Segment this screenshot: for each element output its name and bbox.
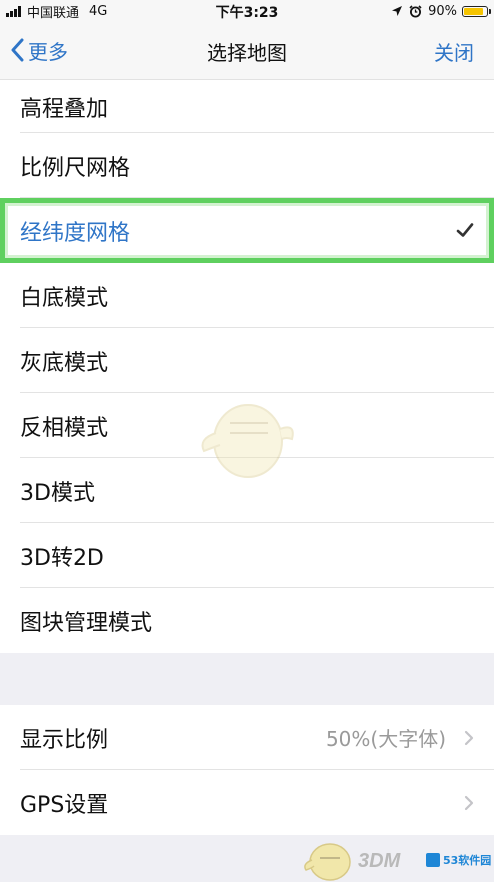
display-scale-label: 显示比例 — [20, 727, 109, 753]
site-logo-icon — [426, 853, 440, 867]
battery-percentage: 90% — [428, 3, 457, 19]
chevron-right-icon — [464, 795, 474, 810]
status-bar: 中国联通 4G 下午3:23 90% — [0, 0, 494, 22]
battery-icon — [462, 5, 491, 17]
map-mode-label: 3D模式 — [20, 480, 95, 506]
map-mode-label: 高程叠加 — [20, 96, 109, 122]
map-mode-item[interactable]: 灰底模式 — [0, 328, 494, 393]
watermark-brand-text: 3DM — [358, 850, 401, 872]
watermark-site-text: 53软件园 — [443, 854, 492, 867]
map-mode-item[interactable]: 图块管理模式 — [0, 588, 494, 653]
map-mode-item[interactable]: 3D转2D — [0, 523, 494, 588]
map-mode-label: 灰底模式 — [20, 350, 109, 376]
location-arrow-icon — [392, 6, 403, 16]
mascot-logo-icon — [304, 843, 351, 881]
map-mode-label: 比例尺网格 — [20, 155, 131, 181]
chevron-right-icon — [464, 730, 474, 745]
map-mode-item[interactable]: 比例尺网格 — [0, 133, 494, 198]
map-mode-item[interactable]: 白底模式 — [0, 263, 494, 328]
map-mode-label: 图块管理模式 — [20, 610, 153, 636]
display-scale-value: 50%(大字体) — [325, 727, 446, 751]
display-settings-list: 显示比例 50%(大字体) GPS设置 — [0, 705, 494, 835]
alarm-clock-icon — [409, 4, 422, 17]
map-mode-label: 反相模式 — [20, 415, 109, 441]
map-mode-list: 高程叠加 比例尺网格 经纬度网格 白底模式 灰底模式 反相模式 3D模式 3D转… — [0, 80, 494, 653]
map-mode-item-selected[interactable]: 经纬度网格 — [0, 198, 494, 263]
map-mode-item[interactable]: 高程叠加 — [0, 80, 494, 133]
battery-level-fill — [464, 7, 483, 15]
status-bar-right: 90% — [391, 2, 491, 20]
map-mode-label: 3D转2D — [20, 545, 104, 571]
watermark-site: 53软件园 — [426, 852, 491, 868]
gps-settings-row[interactable]: GPS设置 — [0, 770, 494, 835]
close-button[interactable]: 关闭 — [434, 37, 474, 66]
page-title: 选择地图 — [207, 41, 287, 65]
gps-settings-label: GPS设置 — [20, 792, 109, 818]
checkmark-icon — [456, 223, 474, 237]
display-scale-row[interactable]: 显示比例 50%(大字体) — [0, 705, 494, 770]
bottom-watermark: 3DM 53软件园 — [298, 836, 494, 882]
navigation-bar: 更多 选择地图 关闭 — [0, 22, 494, 80]
map-mode-label: 白底模式 — [20, 285, 109, 311]
mascot-watermark-icon — [201, 404, 294, 478]
map-mode-label: 经纬度网格 — [20, 220, 131, 246]
